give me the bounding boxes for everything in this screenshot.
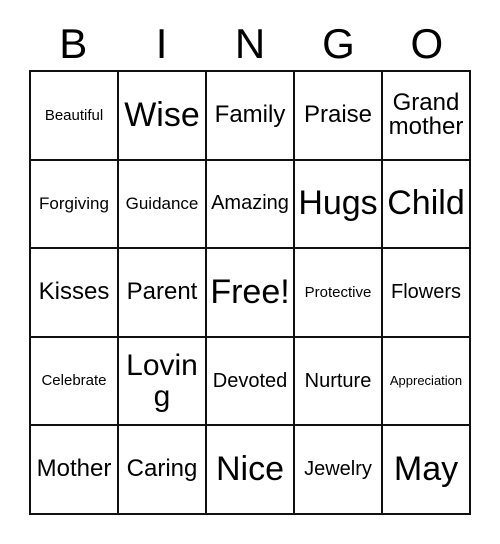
bingo-cell-label: Parent <box>126 278 198 305</box>
bingo-cell-label: Grandmother <box>388 89 464 141</box>
bingo-row: Mother Caring Nice Jewelry May <box>31 426 471 515</box>
bingo-cell-label: Flowers <box>390 281 461 304</box>
bingo-cell-label: Nice <box>215 449 285 488</box>
bingo-cell[interactable]: Jewelry <box>295 426 383 515</box>
bingo-cell-label: Mother <box>36 455 112 483</box>
bingo-cell[interactable]: Hugs <box>295 160 383 250</box>
bingo-row: Kisses Parent Free! Protective Flowers <box>31 249 471 338</box>
bingo-cell-label: Nurture <box>304 369 372 392</box>
bingo-cell[interactable]: Amazing <box>207 160 295 250</box>
bingo-cell[interactable]: Guidance <box>119 160 207 250</box>
bingo-cell-label: Praise <box>303 100 373 128</box>
bingo-cell[interactable]: Caring <box>119 426 207 515</box>
bingo-cell[interactable]: Appreciation <box>383 337 471 427</box>
bingo-cell[interactable]: Protective <box>295 249 383 338</box>
bingo-header-letter-g: G <box>322 20 355 67</box>
bingo-cell-label: Kisses <box>38 278 110 305</box>
bingo-cell[interactable]: Beautiful <box>31 72 119 161</box>
bingo-row: Celebrate Loving Devoted Nurture Appreci… <box>31 337 471 427</box>
bingo-cell-label: Protective <box>304 283 372 301</box>
bingo-header-row: B I N G O <box>29 18 471 70</box>
bingo-cell-label: Free! <box>210 272 290 311</box>
bingo-cell[interactable]: Child <box>383 160 471 250</box>
bingo-cell-label: Wise <box>124 95 200 134</box>
bingo-header-letter-o: O <box>410 20 444 67</box>
bingo-header-letter-n: N <box>234 20 266 67</box>
bingo-cell-label: Amazing <box>211 192 289 215</box>
bingo-cell[interactable]: Kisses <box>31 249 119 338</box>
bingo-cell[interactable]: Praise <box>295 72 383 161</box>
bingo-cell[interactable]: Devoted <box>207 337 295 427</box>
bingo-cell-label: Celebrate <box>41 372 107 390</box>
bingo-cell-label: Family <box>214 100 286 128</box>
bingo-cell-label: Guidance <box>125 194 199 214</box>
bingo-cell-label: May <box>393 449 459 488</box>
bingo-cell-label: Child <box>387 184 465 223</box>
bingo-header-letter-i: I <box>155 20 168 67</box>
bingo-cell-label: Jewelry <box>304 458 372 481</box>
bingo-cell-free[interactable]: Free! <box>207 249 295 338</box>
bingo-cell-label: Loving <box>126 348 198 414</box>
bingo-cell-label: Forgiving <box>39 194 109 214</box>
bingo-cell[interactable]: Forgiving <box>31 160 119 250</box>
bingo-cell[interactable]: Loving <box>119 337 207 427</box>
bingo-cell[interactable]: Wise <box>119 72 207 161</box>
bingo-cell-label: Appreciation <box>389 373 463 389</box>
bingo-cell[interactable]: Nurture <box>295 337 383 427</box>
bingo-cell-label: Beautiful <box>44 106 104 124</box>
bingo-row: Forgiving Guidance Amazing Hugs Child <box>31 160 471 250</box>
bingo-cell[interactable]: Grandmother <box>383 72 471 161</box>
bingo-cell-label: Hugs <box>298 184 378 223</box>
bingo-cell-label: Devoted <box>212 369 288 392</box>
bingo-cell-label: Caring <box>126 455 198 483</box>
bingo-row: Beautiful Wise Family Praise Grandmother <box>31 72 471 161</box>
bingo-card: B I N G O Beautiful Wise Family Praise G… <box>0 0 500 544</box>
bingo-cell[interactable]: Celebrate <box>31 337 119 427</box>
bingo-cell[interactable]: Flowers <box>383 249 471 338</box>
bingo-cell[interactable]: Mother <box>31 426 119 515</box>
bingo-grid: Beautiful Wise Family Praise Grandmother… <box>29 70 471 515</box>
bingo-header-letter-b: B <box>59 20 88 67</box>
bingo-cell[interactable]: Parent <box>119 249 207 338</box>
bingo-cell[interactable]: Nice <box>207 426 295 515</box>
bingo-cell[interactable]: May <box>383 426 471 515</box>
bingo-cell[interactable]: Family <box>207 72 295 161</box>
